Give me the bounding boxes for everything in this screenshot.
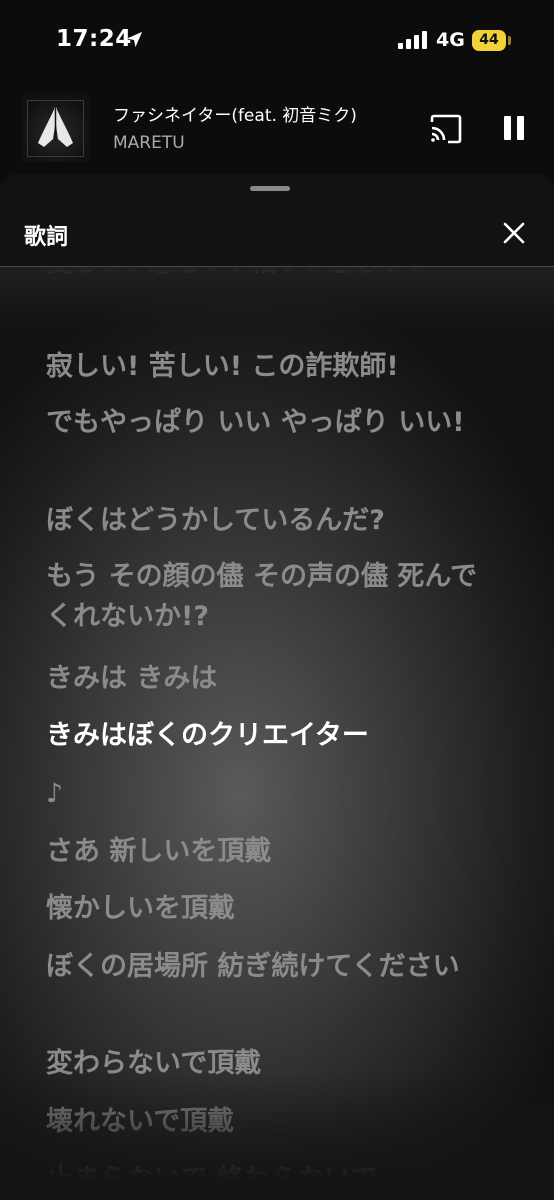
lyric-line[interactable]: 止まらないで 終わらないで — [46, 1160, 496, 1200]
track-title[interactable]: ファシネイター(feat. 初音ミク) — [113, 101, 357, 126]
lyrics-list[interactable]: 愛しい! 恋しい! 憎い! 悲しい! 寂しい! 苦しい! この詐欺師! でもやっ… — [0, 267, 554, 1200]
lyric-line[interactable]: 変わらないで頂戴 — [46, 1044, 496, 1084]
status-bar: 17:24 4G 44 — [0, 0, 554, 84]
close-icon[interactable] — [500, 219, 528, 247]
lyric-line[interactable]: ♪ — [46, 774, 496, 814]
lyric-line[interactable]: もう その顔の儘 その声の儘 死んでくれないか!? — [46, 557, 496, 637]
lyric-line-active[interactable]: きみはぼくのクリエイター — [46, 716, 496, 756]
location-arrow-icon — [126, 31, 143, 48]
album-art[interactable] — [22, 95, 89, 162]
track-artist[interactable]: MARETU — [113, 133, 185, 153]
cast-icon[interactable] — [428, 114, 464, 144]
pause-bar-right — [517, 116, 524, 140]
status-time: 17:24 — [56, 26, 132, 52]
lyric-line[interactable]: さあ 新しいを頂戴 — [46, 832, 496, 872]
lyric-line[interactable]: 壊れないで頂戴 — [46, 1102, 496, 1142]
sheet-drag-handle[interactable] — [250, 186, 290, 191]
pause-button[interactable] — [500, 112, 528, 144]
now-playing-bar[interactable]: ファシネイター(feat. 初音ミク) MARETU — [0, 84, 554, 176]
lyric-line[interactable]: きみは きみは — [46, 659, 496, 699]
network-type: 4G — [436, 29, 465, 51]
sheet-title: 歌詞 — [24, 225, 69, 250]
battery-tip — [508, 36, 511, 45]
lyric-line[interactable]: 愛しい! 恋しい! 憎い! 悲しい! — [46, 267, 496, 283]
lyrics-sheet: 歌詞 愛しい! 恋しい! 憎い! 悲しい! 寂しい! 苦しい! この詐欺師! で… — [0, 174, 554, 1200]
lyric-line[interactable]: 寂しい! 苦しい! この詐欺師! — [46, 347, 496, 387]
lyric-line[interactable]: ぼくの居場所 紡ぎ続けてください — [46, 947, 496, 987]
pause-bar-left — [504, 116, 511, 140]
lyric-line[interactable]: でもやっぱり いい やっぱり いい! — [46, 403, 496, 443]
lyric-line[interactable]: ぼくはどうかしているんだ? — [46, 501, 496, 541]
battery-indicator: 44 — [472, 30, 506, 51]
lyric-line[interactable]: 懐かしいを頂戴 — [46, 889, 496, 929]
cellular-signal-icon — [398, 31, 427, 49]
praying-hands-icon — [38, 107, 73, 147]
